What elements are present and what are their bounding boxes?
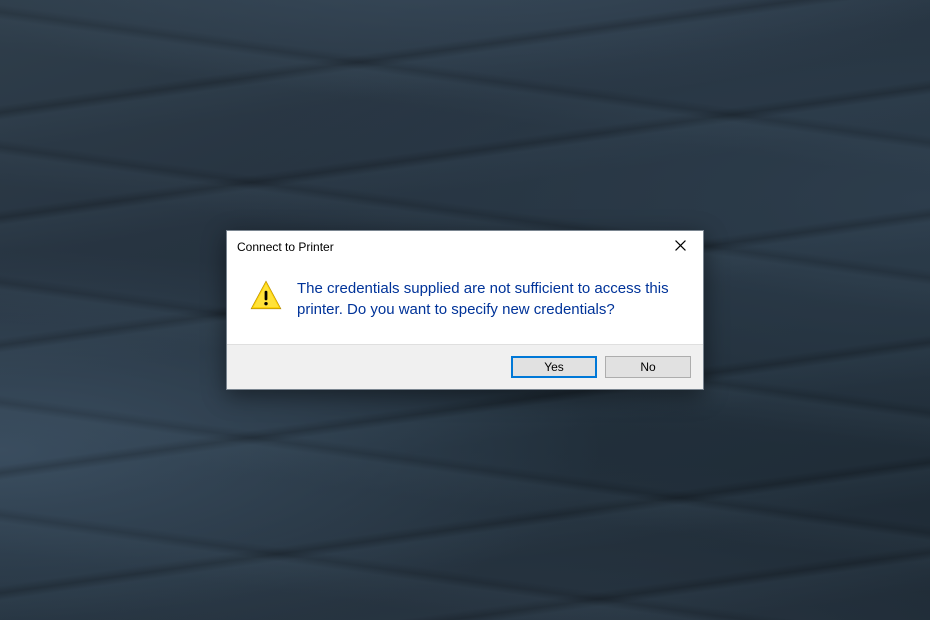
dialog-content: The credentials supplied are not suffici… <box>227 263 703 344</box>
close-icon <box>675 240 686 254</box>
yes-button-label: Yes <box>544 360 564 374</box>
no-button-label: No <box>640 360 655 374</box>
dialog-title: Connect to Printer <box>237 240 334 254</box>
dialog-message: The credentials supplied are not suffici… <box>297 279 681 320</box>
warning-icon <box>249 279 283 320</box>
dialog-button-row: Yes No <box>227 344 703 389</box>
close-button[interactable] <box>657 231 703 263</box>
no-button[interactable]: No <box>605 356 691 378</box>
dialog-window: Connect to Printer The cred <box>226 230 704 390</box>
desktop-background: Connect to Printer The cred <box>0 0 930 620</box>
yes-button[interactable]: Yes <box>511 356 597 378</box>
dialog-titlebar[interactable]: Connect to Printer <box>227 231 703 263</box>
